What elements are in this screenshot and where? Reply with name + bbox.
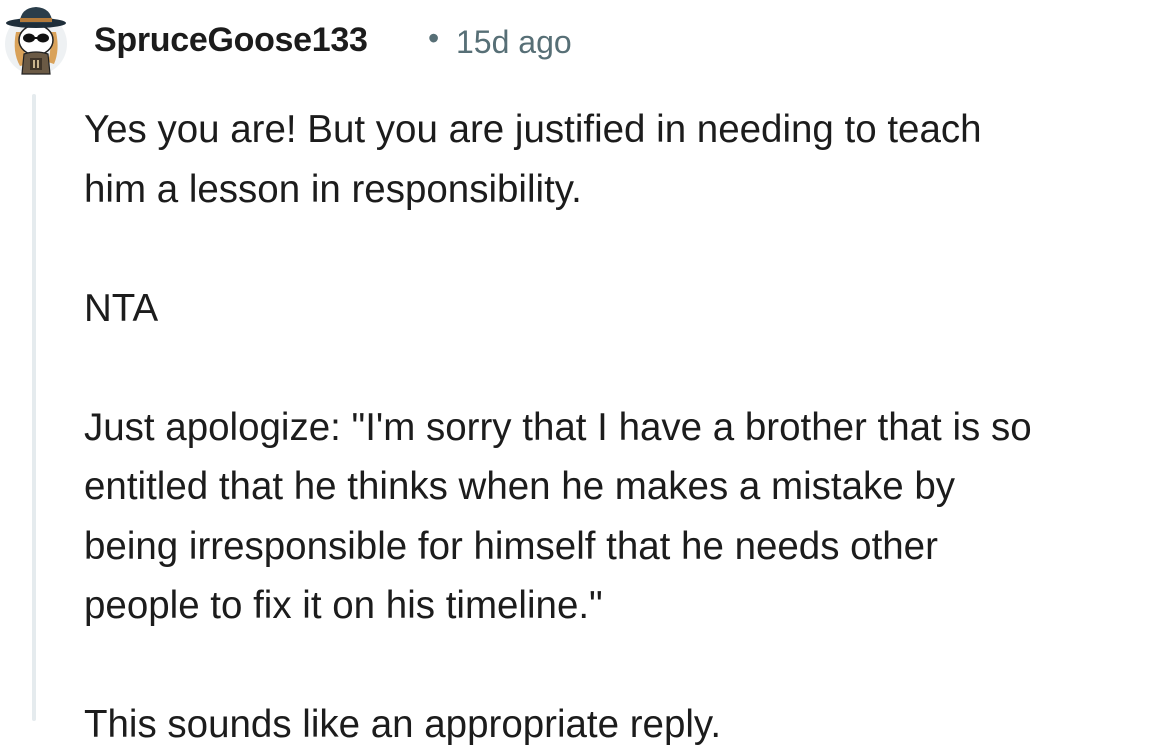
meta-separator: •: [428, 20, 440, 56]
comment-paragraph: NTA: [84, 279, 1170, 339]
snoo-avatar-icon: [5, 7, 67, 75]
comment-body: Yes you are! But you are justified in ne…: [84, 100, 1170, 755]
text-line: Yes you are! But you are justified in ne…: [84, 108, 982, 151]
text-line: entitled that he thinks when he makes a …: [84, 465, 956, 508]
comment-header: SpruceGoose133 • 15d ago: [0, 0, 1170, 86]
text-line: being irresponsible for himself that he …: [84, 524, 938, 568]
comment-paragraph: Just apologize: "I'm sorry that I have a…: [84, 398, 1170, 636]
comment-author[interactable]: SpruceGoose133: [94, 21, 368, 60]
comment-paragraph: Yes you are! But you are justified in ne…: [84, 100, 1170, 219]
text-line: NTA: [84, 286, 159, 330]
comment: SpruceGoose133 • 15d ago Yes you are! Bu…: [0, 0, 1170, 746]
text-line: Just apologize: "I'm sorry that I have a…: [84, 405, 1032, 449]
text-line: people to fix it on his timeline.": [84, 584, 603, 627]
comment-paragraph: This sounds like an appropriate reply.: [84, 695, 1170, 755]
user-avatar[interactable]: [2, 2, 70, 76]
text-line: him a lesson in responsibility.: [84, 167, 582, 211]
text-line: This sounds like an appropriate reply.: [84, 703, 722, 746]
thread-collapse-line[interactable]: [32, 94, 36, 721]
comment-timestamp[interactable]: 15d ago: [456, 24, 572, 61]
